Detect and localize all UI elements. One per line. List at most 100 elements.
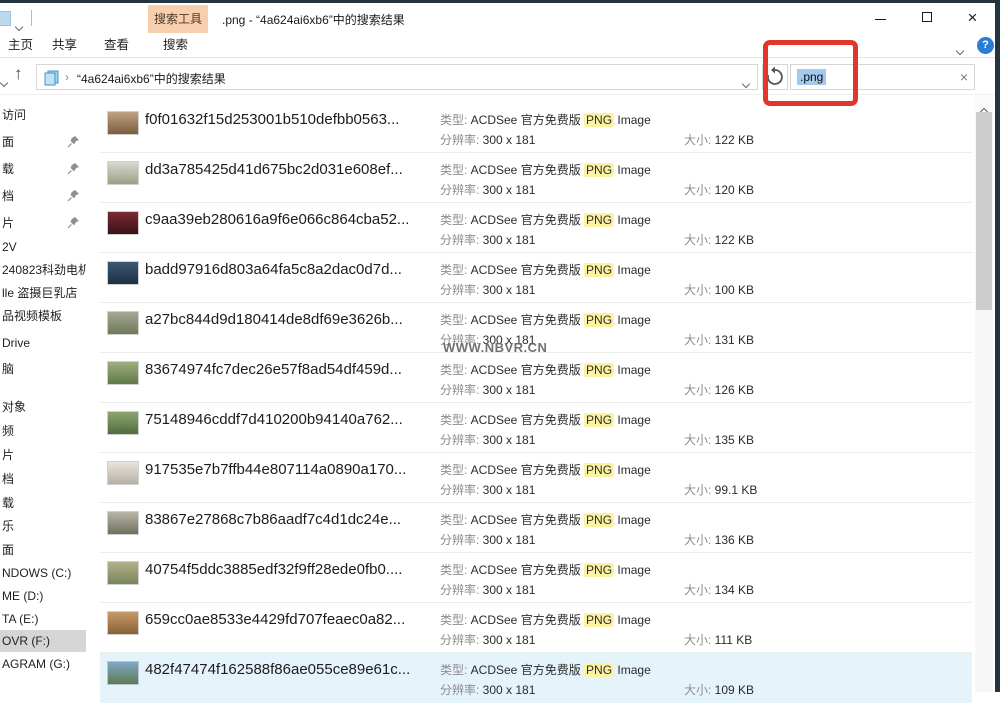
tab-home[interactable]: 主页 bbox=[8, 33, 33, 58]
sidebar-item[interactable]: 脑 bbox=[0, 358, 86, 380]
sidebar-item-label: 片 bbox=[0, 448, 14, 462]
file-row[interactable]: 659cc0ae8533e4429fd707feaec0a82... 类型: A… bbox=[100, 603, 972, 653]
file-row[interactable]: c9aa39eb280616a9f6e066c864cba52... 类型: A… bbox=[100, 203, 972, 253]
size-value: 100 KB bbox=[715, 283, 754, 297]
type-highlight: PNG bbox=[584, 163, 614, 177]
sidebar-item[interactable]: Drive bbox=[0, 332, 86, 354]
sidebar-item-label: 面 bbox=[0, 135, 14, 149]
sidebar-item-label: 载 bbox=[0, 496, 14, 510]
refresh-button[interactable] bbox=[762, 64, 788, 90]
sidebar-item[interactable]: 访问 bbox=[0, 104, 86, 126]
sidebar-item-label: NDOWS (C:) bbox=[0, 566, 71, 580]
sidebar-item[interactable]: 品视频模板 bbox=[0, 305, 86, 327]
size-label: 大小: bbox=[684, 333, 715, 347]
sidebar-item-label: TA (E:) bbox=[0, 612, 38, 626]
size-value: 136 KB bbox=[715, 533, 754, 547]
sidebar-item-label: 脑 bbox=[0, 362, 14, 376]
close-button[interactable]: × bbox=[950, 3, 995, 33]
sidebar-item[interactable]: ME (D:) bbox=[0, 585, 86, 607]
file-name: f0f01632f15d253001b510defbb0563... bbox=[145, 111, 399, 128]
size-value: 126 KB bbox=[715, 383, 754, 397]
sidebar-item-label: 片 bbox=[0, 216, 14, 230]
address-dropdown-chevron-icon[interactable] bbox=[743, 74, 749, 92]
sidebar-item[interactable]: 片 bbox=[0, 212, 86, 234]
size-label: 大小: bbox=[684, 633, 715, 647]
tab-search[interactable]: 搜索 bbox=[163, 33, 188, 58]
size-value: 111 KB bbox=[715, 633, 753, 647]
file-row[interactable]: 83674974fc7dec26e57f8ad54df459d... 类型: A… bbox=[100, 353, 972, 403]
pin-icon bbox=[67, 216, 80, 229]
sidebar-item[interactable]: OVR (F:) bbox=[0, 630, 86, 652]
resolution-value: 300 x 181 bbox=[483, 683, 536, 697]
file-row[interactable]: 482f47474f162588f86ae055ce89e61c... 类型: … bbox=[100, 653, 972, 703]
file-name: 482f47474f162588f86ae055ce89e61c... bbox=[145, 661, 410, 678]
resolution-value: 300 x 181 bbox=[483, 533, 536, 547]
sidebar-item[interactable]: 面 bbox=[0, 131, 86, 153]
sidebar-item[interactable]: 2V bbox=[0, 236, 86, 258]
sidebar-item[interactable]: AGRAM (G:) bbox=[0, 653, 86, 675]
file-row[interactable]: badd97916d803a64fa5c8a2dac0d7d... 类型: AC… bbox=[100, 253, 972, 303]
sidebar-item[interactable]: 载 bbox=[0, 158, 86, 180]
sidebar-item[interactable]: 面 bbox=[0, 539, 86, 561]
file-row[interactable]: dd3a785425d41d675bc2d031e608ef... 类型: AC… bbox=[100, 153, 972, 203]
tab-view[interactable]: 查看 bbox=[104, 33, 129, 58]
size-value: 135 KB bbox=[715, 433, 754, 447]
close-icon: × bbox=[968, 8, 978, 27]
tab-share[interactable]: 共享 bbox=[52, 33, 77, 58]
folder-icon bbox=[0, 11, 11, 26]
maximize-button[interactable] bbox=[904, 3, 949, 33]
up-one-level-button[interactable]: ↑ bbox=[14, 64, 23, 84]
explorer-window: 搜索工具 .png - “4a624ai6xb6”中的搜索结果 × 主页 共享 … bbox=[0, 0, 1000, 692]
sidebar-item[interactable]: 载 bbox=[0, 492, 86, 514]
type-suffix: Image bbox=[617, 213, 650, 227]
sidebar-item[interactable]: 对象 bbox=[0, 396, 86, 418]
recent-locations-chevron-icon[interactable] bbox=[1, 73, 7, 91]
breadcrumb-path[interactable]: “4a624ai6xb6”中的搜索结果 bbox=[77, 70, 226, 87]
type-value: ACDSee 官方免费版 bbox=[471, 563, 584, 577]
file-row[interactable]: 75148946cddf7d410200b94140a762... 类型: AC… bbox=[100, 403, 972, 453]
address-bar[interactable]: › “4a624ai6xb6”中的搜索结果 bbox=[36, 64, 758, 90]
file-name: c9aa39eb280616a9f6e066c864cba52... bbox=[145, 211, 409, 228]
type-suffix: Image bbox=[617, 313, 650, 327]
sidebar-item[interactable]: NDOWS (C:) bbox=[0, 562, 86, 584]
file-row[interactable]: 40754f5ddc3885edf32f9ff28ede0fb0.... 类型:… bbox=[100, 553, 972, 603]
size-label: 大小: bbox=[684, 683, 715, 697]
sidebar-item-label: 240823科劲电机 bbox=[0, 263, 86, 277]
size-label: 大小: bbox=[684, 583, 715, 597]
sidebar-item[interactable]: 片 bbox=[0, 444, 86, 466]
sidebar-item[interactable]: 乐 bbox=[0, 515, 86, 537]
sidebar-item[interactable]: 240823科劲电机 bbox=[0, 259, 86, 281]
scrollbar-thumb[interactable] bbox=[976, 112, 992, 310]
sidebar-item[interactable]: 档 bbox=[0, 468, 86, 490]
size-value: 131 KB bbox=[715, 333, 754, 347]
file-name: 83674974fc7dec26e57f8ad54df459d... bbox=[145, 361, 402, 378]
expand-ribbon-chevron-icon[interactable] bbox=[957, 41, 963, 59]
clear-search-icon[interactable]: × bbox=[960, 69, 968, 85]
help-icon[interactable]: ? bbox=[977, 37, 994, 54]
type-highlight: PNG bbox=[584, 513, 614, 527]
type-suffix: Image bbox=[617, 663, 650, 677]
scroll-up-icon[interactable] bbox=[975, 95, 993, 112]
address-bar-row: ↑ › “4a624ai6xb6”中的搜索结果 .png × bbox=[0, 58, 1000, 95]
refresh-icon bbox=[763, 65, 787, 89]
minimize-button[interactable] bbox=[858, 3, 903, 33]
sidebar-item[interactable]: 档 bbox=[0, 185, 86, 207]
search-input[interactable]: .png × bbox=[790, 64, 975, 90]
type-label: 类型: bbox=[440, 463, 471, 477]
type-highlight: PNG bbox=[584, 413, 614, 427]
file-row[interactable]: 917535e7b7ffb44e807114a0890a170... 类型: A… bbox=[100, 453, 972, 503]
sidebar-item-label: OVR (F:) bbox=[0, 634, 50, 648]
sidebar-item[interactable]: 频 bbox=[0, 420, 86, 442]
file-row[interactable]: f0f01632f15d253001b510defbb0563... 类型: A… bbox=[100, 103, 972, 153]
search-input-value[interactable]: .png bbox=[797, 69, 826, 85]
sidebar-item[interactable]: TA (E:) bbox=[0, 608, 86, 630]
type-value: ACDSee 官方免费版 bbox=[471, 463, 584, 477]
file-row[interactable]: 83867e27868c7b86aadf7c4d1dc24e... 类型: AC… bbox=[100, 503, 972, 553]
vertical-scrollbar[interactable] bbox=[975, 95, 993, 692]
search-tools-contextual-tab[interactable]: 搜索工具 bbox=[148, 5, 208, 33]
type-label: 类型: bbox=[440, 413, 471, 427]
sidebar-item[interactable]: lle 盗摄巨乳店 bbox=[0, 282, 86, 304]
type-suffix: Image bbox=[617, 363, 650, 377]
size-label: 大小: bbox=[684, 283, 715, 297]
resolution-label: 分辨率: bbox=[440, 683, 483, 697]
